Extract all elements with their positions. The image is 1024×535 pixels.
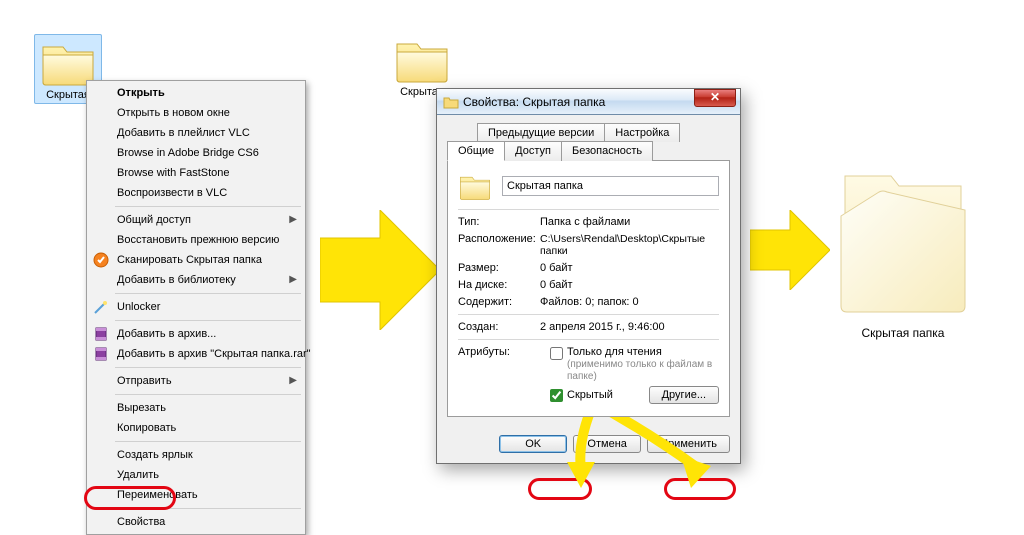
ctx-adobe-bridge[interactable]: Browse in Adobe Bridge CS6: [89, 143, 303, 163]
dialog-titlebar[interactable]: Свойства: Скрытая папка ✕: [437, 89, 740, 115]
ctx-delete[interactable]: Удалить: [89, 465, 303, 485]
ctx-share[interactable]: Общий доступ▶: [89, 210, 303, 230]
scan-icon: [93, 252, 109, 268]
wand-icon: [93, 299, 109, 315]
separator: [115, 441, 301, 442]
context-menu: Открыть Открыть в новом окне Добавить в …: [86, 80, 306, 535]
ctx-add-archive[interactable]: Добавить в архив...: [89, 324, 303, 344]
ctx-copy[interactable]: Копировать: [89, 418, 303, 438]
separator: [458, 209, 719, 210]
tab-prev-versions[interactable]: Предыдущие версии: [477, 123, 605, 142]
ctx-rename[interactable]: Переименовать: [89, 485, 303, 505]
chevron-right-icon: ▶: [289, 214, 297, 225]
readonly-checkbox[interactable]: [550, 347, 563, 360]
ctx-add-archive-named[interactable]: Добавить в архив "Скрытая папка.rar": [89, 344, 303, 364]
chevron-right-icon: ▶: [289, 375, 297, 386]
ctx-restore-prev[interactable]: Восстановить прежнюю версию: [89, 230, 303, 250]
label-attributes: Атрибуты:: [458, 346, 540, 408]
folder-hidden-right[interactable]: Скрытая папка: [828, 154, 978, 340]
separator: [115, 394, 301, 395]
label-size: Размер:: [458, 262, 540, 274]
ok-button[interactable]: OK: [499, 435, 567, 453]
label-contains: Содержит:: [458, 296, 540, 308]
value-size: 0 байт: [540, 262, 719, 274]
folder-label: Скрытая папка: [828, 326, 978, 340]
general-tab-panel: Тип:Папка с файлами Расположение:C:\User…: [447, 160, 730, 417]
value-ondisk: 0 байт: [540, 279, 719, 291]
rar-icon: [93, 346, 109, 362]
value-created: 2 апреля 2015 г., 9:46:00: [540, 321, 719, 333]
folder-icon: [458, 171, 492, 201]
label-created: Создан:: [458, 321, 540, 333]
properties-dialog: Свойства: Скрытая папка ✕ Предыдущие вер…: [436, 88, 741, 464]
tab-access[interactable]: Доступ: [504, 141, 562, 161]
hidden-checkbox[interactable]: [550, 389, 563, 402]
separator: [115, 293, 301, 294]
separator: [458, 314, 719, 315]
close-button[interactable]: ✕: [694, 89, 736, 107]
folder-open-icon: [833, 154, 973, 324]
other-attrs-button[interactable]: Другие...: [649, 386, 719, 404]
ctx-faststone[interactable]: Browse with FastStone: [89, 163, 303, 183]
ctx-cut[interactable]: Вырезать: [89, 398, 303, 418]
rar-icon: [93, 326, 109, 342]
folder-icon: [443, 94, 459, 110]
value-location: C:\Users\Rendal\Desktop\Скрытые папки: [540, 233, 719, 257]
ctx-properties[interactable]: Свойства: [89, 512, 303, 532]
arrow-right-icon: [750, 210, 830, 290]
separator: [115, 320, 301, 321]
tab-settings[interactable]: Настройка: [604, 123, 680, 142]
tab-general[interactable]: Общие: [447, 141, 505, 161]
label-ondisk: На диске:: [458, 279, 540, 291]
separator: [115, 367, 301, 368]
highlight-ok-button: [528, 478, 592, 500]
ctx-unlocker[interactable]: Unlocker: [89, 297, 303, 317]
separator: [115, 206, 301, 207]
readonly-note: (применимо только к файлам в папке): [567, 359, 712, 382]
ctx-send-to[interactable]: Отправить▶: [89, 371, 303, 391]
highlight-apply-button: [664, 478, 736, 500]
ctx-add-library[interactable]: Добавить в библиотеку▶: [89, 270, 303, 290]
ctx-open-new-window[interactable]: Открыть в новом окне: [89, 103, 303, 123]
value-contains: Файлов: 0; папок: 0: [540, 296, 719, 308]
ctx-scan[interactable]: Сканировать Скрытая папка: [89, 250, 303, 270]
hidden-label: Скрытый: [567, 389, 613, 401]
ctx-open[interactable]: Открыть: [89, 83, 303, 103]
chevron-right-icon: ▶: [289, 274, 297, 285]
separator: [458, 339, 719, 340]
label-location: Расположение:: [458, 233, 540, 257]
dialog-button-row: OK Отмена Применить: [437, 427, 740, 463]
cancel-button[interactable]: Отмена: [573, 435, 641, 453]
ctx-vlc-play[interactable]: Воспроизвести в VLC: [89, 183, 303, 203]
folder-icon: [393, 34, 451, 84]
readonly-label: Только для чтения: [567, 346, 662, 358]
label-type: Тип:: [458, 216, 540, 228]
value-type: Папка с файлами: [540, 216, 719, 228]
apply-button[interactable]: Применить: [647, 435, 730, 453]
ctx-vlc-playlist[interactable]: Добавить в плейлист VLC: [89, 123, 303, 143]
folder-name-input[interactable]: [502, 176, 719, 196]
ctx-create-shortcut[interactable]: Создать ярлык: [89, 445, 303, 465]
tab-security[interactable]: Безопасность: [561, 141, 653, 161]
separator: [115, 508, 301, 509]
arrow-right-icon: [320, 210, 440, 330]
